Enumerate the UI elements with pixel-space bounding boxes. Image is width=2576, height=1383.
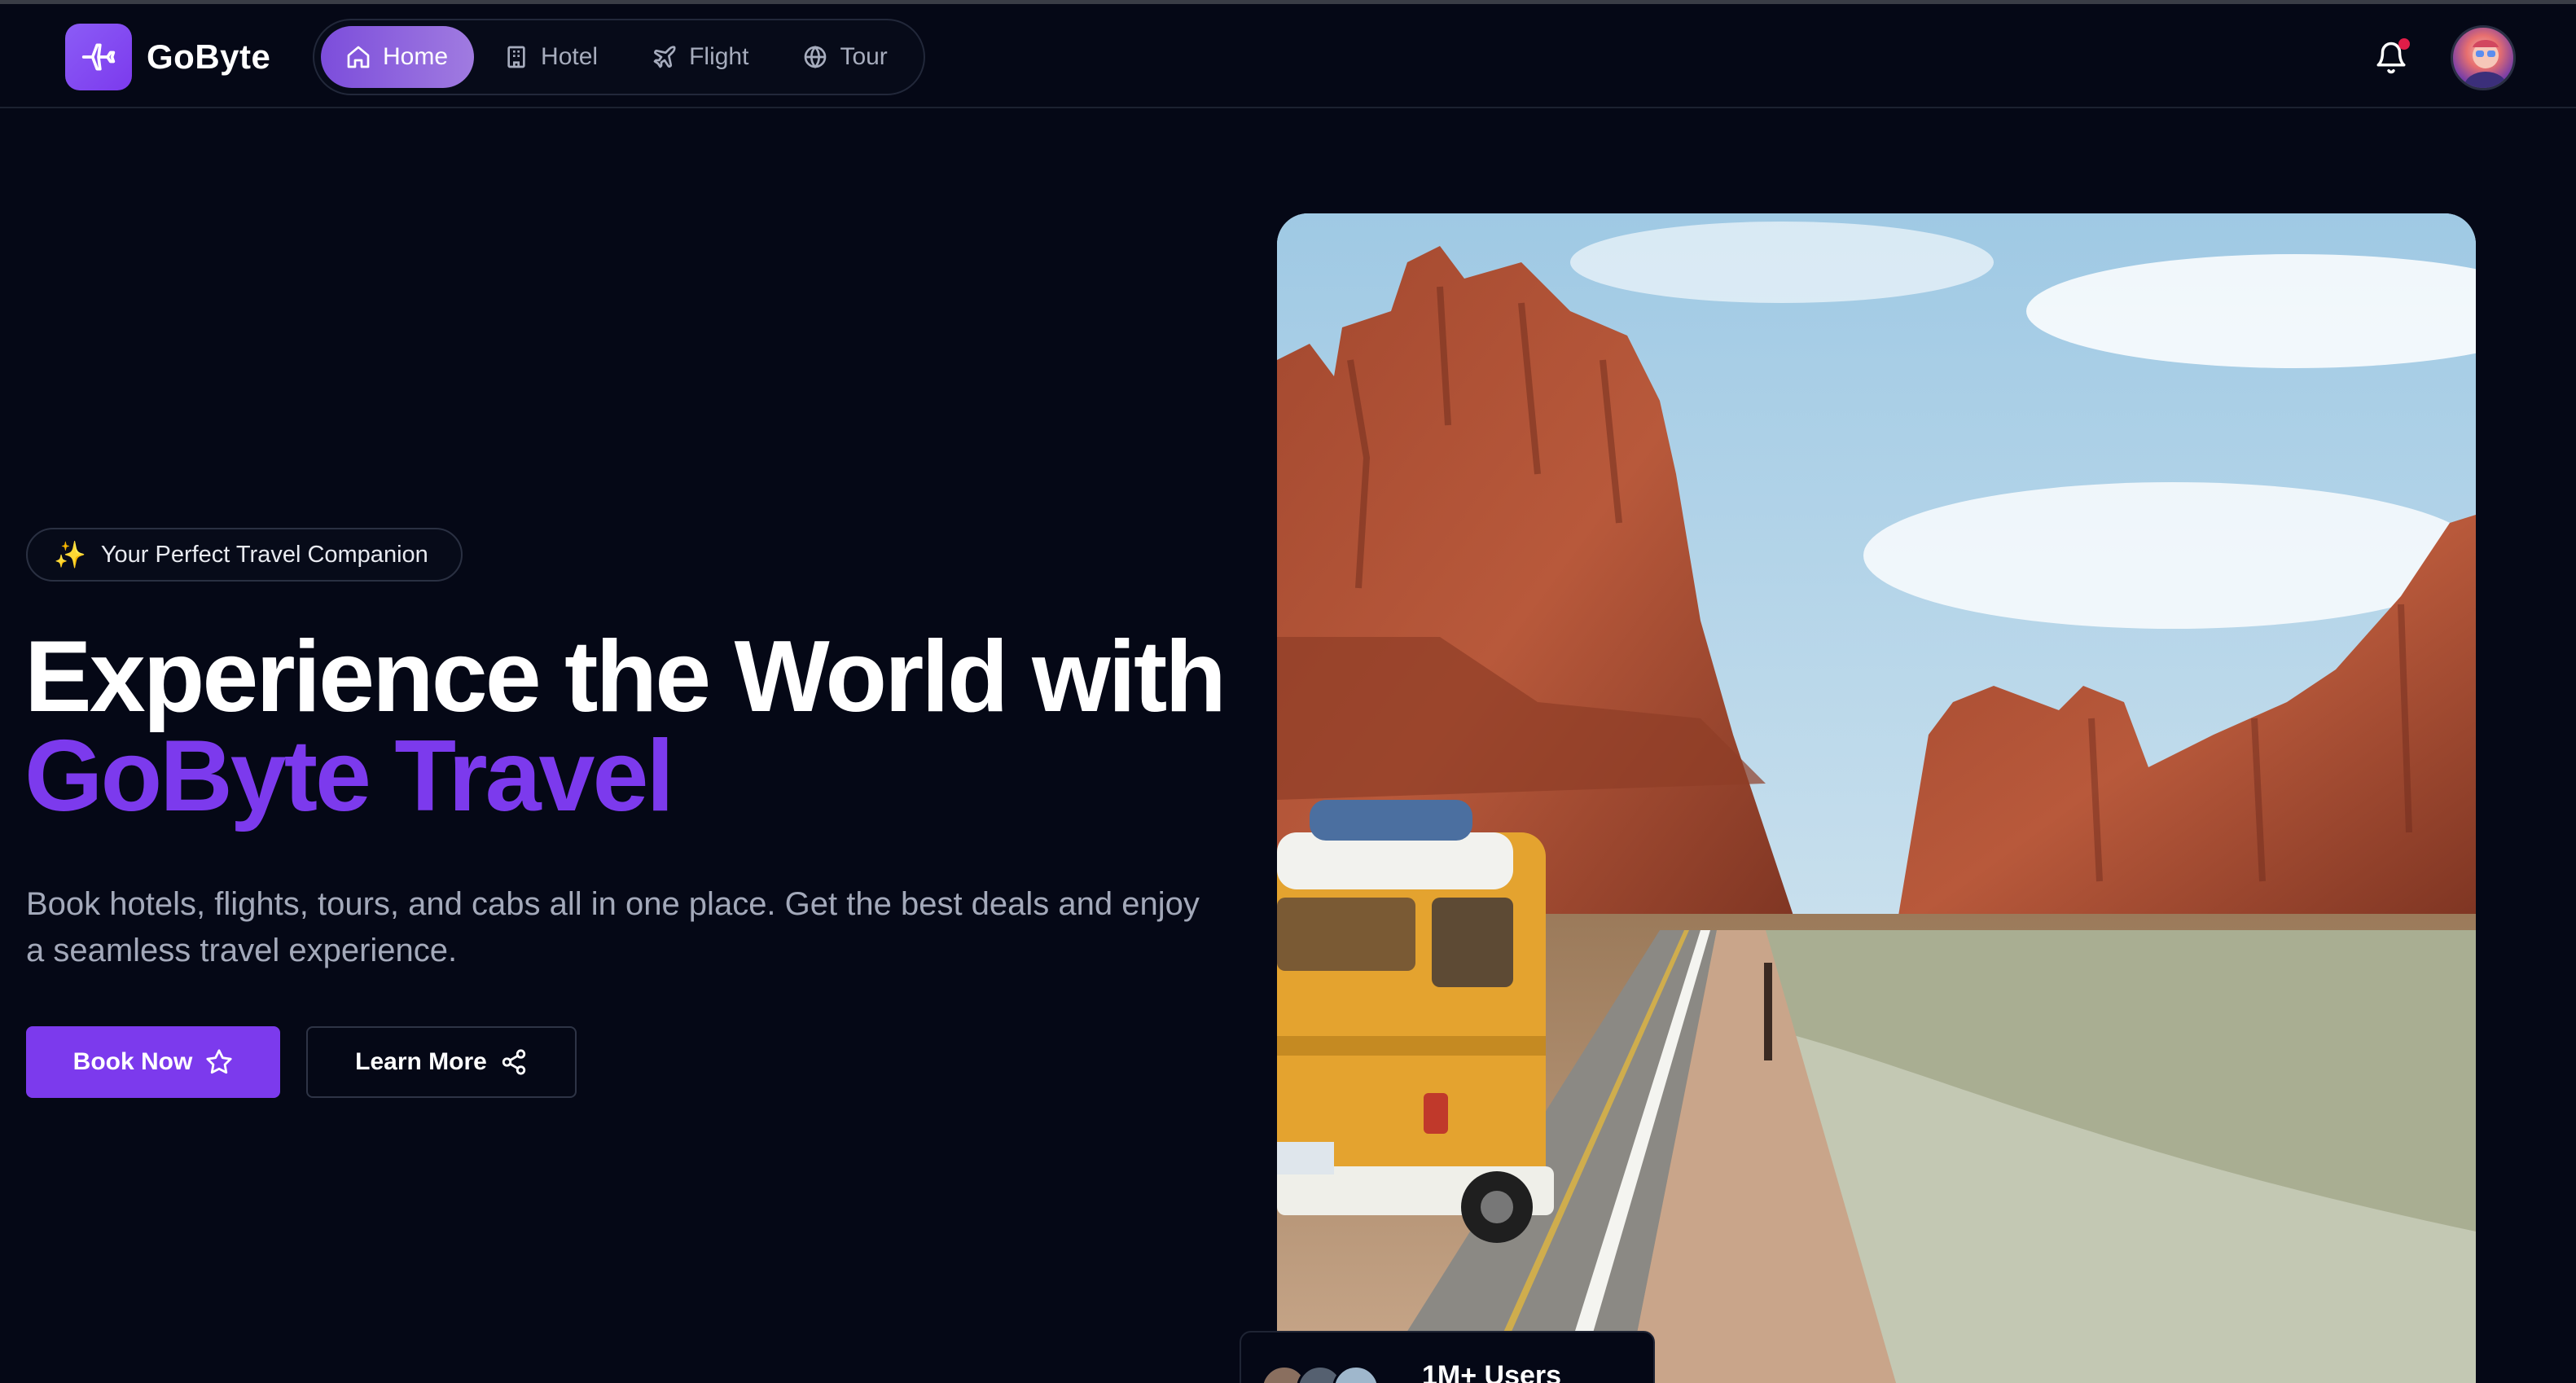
hero-image [1277,213,2476,1383]
nav-item-label: Home [383,43,449,70]
learn-more-button[interactable]: Learn More [306,1026,577,1098]
notification-dot [2398,38,2410,50]
home-icon [347,46,370,68]
hero-title-line2: GoByte Travel [24,720,674,832]
sparkles-icon: ✨ [54,540,86,569]
tagline-badge: ✨ Your Perfect Travel Companion [26,528,463,582]
plane-icon [653,46,676,68]
nav-item-home[interactable]: Home [321,26,475,88]
star-icon [206,1049,232,1074]
book-now-label: Book Now [72,1048,193,1075]
nav-item-tour[interactable]: Tour [778,26,911,88]
hero-title-line1: Experience the World with [24,621,1227,733]
nav-item-label: Hotel [541,43,599,70]
user-avatars [1261,1365,1380,1383]
nav-item-flight[interactable]: Flight [627,26,773,88]
user-avatar [1332,1365,1380,1383]
users-stat-card: 1M+ Users [1240,1331,1655,1383]
plane-icon [65,24,132,90]
brand-name: GoByte [147,37,271,76]
user-avatar[interactable] [2451,25,2516,90]
users-count: 1M+ Users [1422,1360,1562,1383]
hero-subtitle: Book hotels, flights, tours, and cabs al… [26,886,1200,968]
main-nav: Home Hotel Flight Tour [313,19,925,95]
top-navbar: GoByte Home Hotel Flight Tour [0,4,2576,108]
share-icon [502,1049,526,1075]
book-now-button[interactable]: Book Now [26,1026,280,1098]
learn-more-label: Learn More [355,1048,487,1075]
hero-title: Experience the World with GoByte Travel [24,626,1227,832]
building-icon [507,46,525,68]
nav-item-label: Tour [840,43,888,70]
badge-text: Your Perfect Travel Companion [100,541,428,568]
brand[interactable]: GoByte [65,24,270,90]
nav-item-hotel[interactable]: Hotel [479,26,622,88]
globe-icon [805,46,827,68]
nav-item-label: Flight [689,43,749,70]
